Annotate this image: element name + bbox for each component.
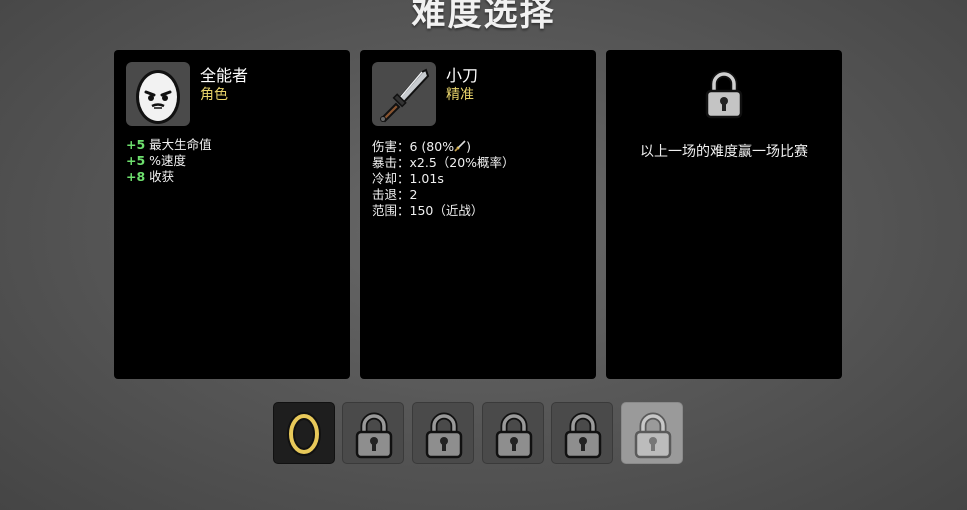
difficulty-slot-1[interactable] xyxy=(342,402,404,464)
character-type: 角色 xyxy=(200,87,228,103)
stat-bonus: +5 xyxy=(126,137,146,152)
padlock-icon xyxy=(425,412,463,459)
stat-row: +8 收获 xyxy=(126,169,212,185)
potato-face-icon xyxy=(126,62,190,126)
character-stats: +5 最大生命值 +5 %速度 +8 收获 xyxy=(126,137,212,185)
weapon-stats: 伤害：6 (80%) 暴击：x2.5（20%概率） 冷却：1.01s 击退：2 … xyxy=(372,139,515,219)
stat-row: +5 %速度 xyxy=(126,153,212,169)
weapon-type: 精准 xyxy=(446,87,474,103)
melee-damage-icon xyxy=(454,139,466,154)
unlock-requirement-text: 以上一场的难度赢一场比赛 xyxy=(640,144,808,160)
difficulty-slot-3[interactable] xyxy=(482,402,544,464)
difficulty-slot-5[interactable] xyxy=(621,402,683,464)
weapon-name: 小刀 xyxy=(446,66,479,85)
character-name: 全能者 xyxy=(200,66,249,85)
difficulty-panel: 以上一场的难度赢一场比赛 xyxy=(606,50,842,379)
padlock-icon xyxy=(564,412,602,459)
padlock-icon xyxy=(704,70,744,120)
crit-row: 暴击：x2.5（20%概率） xyxy=(372,155,515,170)
padlock-icon xyxy=(634,412,672,459)
stat-bonus: +5 xyxy=(126,153,146,168)
stat-row: +5 最大生命值 xyxy=(126,137,212,153)
padlock-icon xyxy=(355,412,393,459)
character-panel: 全能者 角色 +5 最大生命值 +5 %速度 +8 收获 xyxy=(114,50,350,379)
stat-label: 收获 xyxy=(149,169,175,184)
ring-icon xyxy=(287,412,321,456)
damage-row: 伤害：6 (80%) xyxy=(372,139,471,154)
difficulty-slot-2[interactable] xyxy=(412,402,474,464)
knockback-row: 击退：2 xyxy=(372,187,418,202)
difficulty-slot-4[interactable] xyxy=(551,402,613,464)
cooldown-row: 冷却：1.01s xyxy=(372,171,444,186)
range-row: 范围：150（近战） xyxy=(372,203,484,218)
stat-bonus: +8 xyxy=(126,169,146,184)
weapon-panel: 小刀 精准 伤害：6 (80%) 暴击：x2.5（20%概率） 冷却：1.01s… xyxy=(360,50,596,379)
difficulty-slot-0[interactable] xyxy=(273,402,335,464)
stat-label: %速度 xyxy=(149,153,187,168)
stat-label: 最大生命值 xyxy=(149,137,212,152)
page-title: 难度选择 xyxy=(411,0,556,34)
knife-icon xyxy=(372,62,436,126)
padlock-icon xyxy=(495,412,533,459)
